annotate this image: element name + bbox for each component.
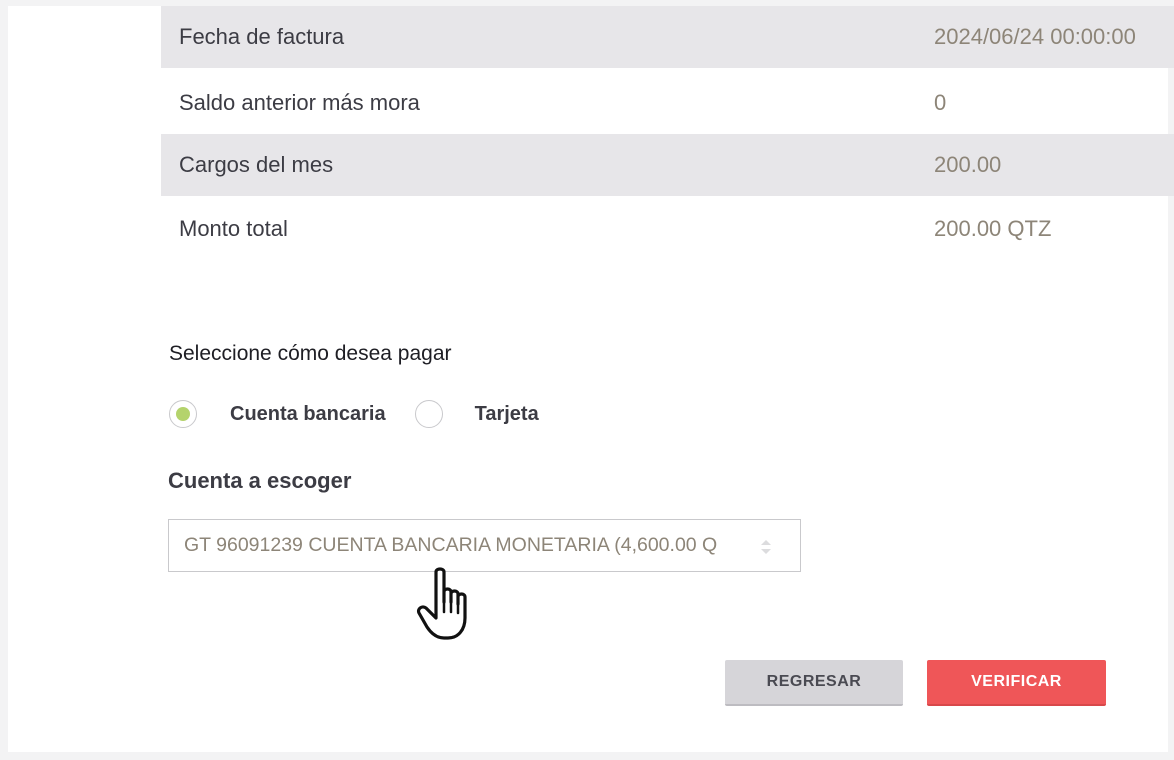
summary-value: 200.00 QTZ bbox=[934, 216, 1052, 241]
summary-label: Monto total bbox=[179, 216, 288, 241]
account-select-value: GT 96091239 CUENTA BANCARIA MONETARIA (4… bbox=[184, 534, 718, 556]
radio-label-tarjeta[interactable]: Tarjeta bbox=[475, 403, 539, 426]
summary-label: Cargos del mes bbox=[179, 152, 334, 177]
radio-tarjeta[interactable] bbox=[414, 400, 443, 428]
radio-label-cuenta-bancaria[interactable]: Cuenta bancaria bbox=[230, 403, 386, 426]
back-button[interactable]: REGRESAR bbox=[725, 660, 903, 706]
summary-value: 0 bbox=[934, 90, 947, 115]
summary-row-saldo: Saldo anterior más mora 0 bbox=[161, 72, 1174, 134]
select-arrows-icon bbox=[761, 540, 771, 554]
payment-card: Fecha de factura 2024/06/24 00:00:00 Sal… bbox=[8, 6, 1174, 752]
summary-row-monto: Monto total 200.00 QTZ bbox=[161, 198, 1174, 260]
payment-method-group: Cuenta bancaria Tarjeta bbox=[169, 400, 539, 428]
radio-selected-dot bbox=[176, 407, 190, 421]
account-select-title: Cuenta a escoger bbox=[168, 468, 352, 493]
payment-method-prompt: Seleccione cómo desea pagar bbox=[169, 342, 452, 365]
summary-row-fecha: Fecha de factura 2024/06/24 00:00:00 bbox=[161, 6, 1174, 68]
summary-row-cargos: Cargos del mes 200.00 bbox=[161, 134, 1174, 196]
summary-label: Fecha de factura bbox=[179, 24, 345, 49]
summary-value: 200.00 bbox=[934, 152, 1002, 177]
summary-label: Saldo anterior más mora bbox=[179, 90, 420, 115]
summary-value: 2024/06/24 00:00:00 bbox=[934, 24, 1136, 49]
verify-button[interactable]: VERIFICAR bbox=[927, 660, 1106, 706]
hand-pointer-icon bbox=[416, 567, 467, 640]
radio-cuenta-bancaria[interactable] bbox=[169, 400, 197, 428]
account-select[interactable]: GT 96091239 CUENTA BANCARIA MONETARIA (4… bbox=[168, 519, 801, 572]
